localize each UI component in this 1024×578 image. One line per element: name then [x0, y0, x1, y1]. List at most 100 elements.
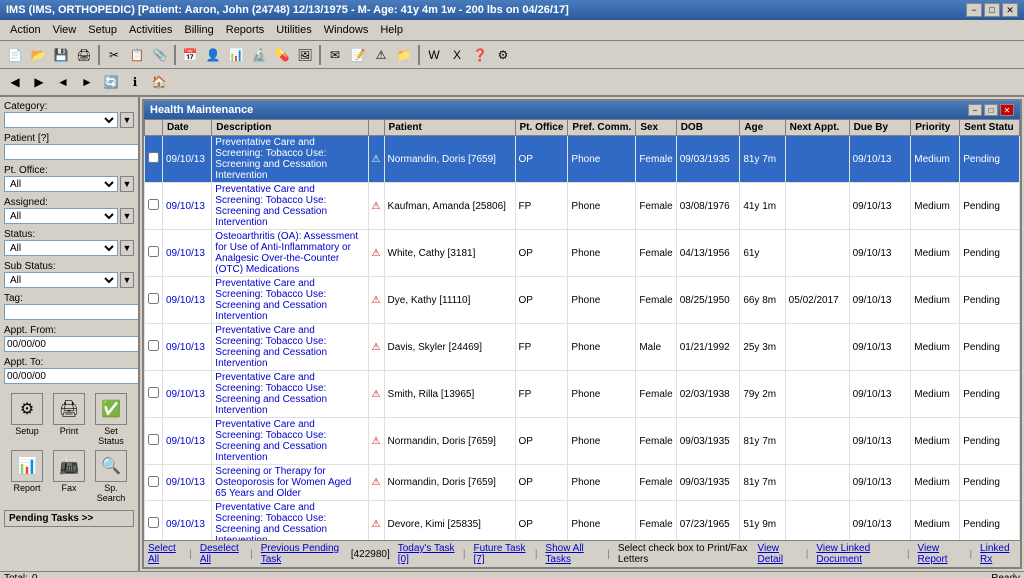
refresh-button[interactable]: 🔄: [100, 71, 122, 93]
alert-button[interactable]: ⚠: [370, 44, 392, 66]
assigned-select[interactable]: All: [4, 208, 118, 224]
fax-action-btn[interactable]: 📠 Fax: [50, 450, 88, 503]
row-checkbox[interactable]: [148, 246, 159, 257]
print-button[interactable]: 🖨: [73, 44, 95, 66]
row-checkbox[interactable]: [148, 517, 159, 528]
table-row[interactable]: 09/10/13 Preventative Care and Screening…: [145, 136, 1020, 183]
row-checkbox[interactable]: [148, 387, 159, 398]
th-pref-comm[interactable]: Pref. Comm.: [568, 120, 636, 136]
settings-button[interactable]: ⚙: [492, 44, 514, 66]
copy-button[interactable]: 📋: [126, 44, 148, 66]
table-row[interactable]: 09/10/13 Preventative Care and Screening…: [145, 501, 1020, 541]
table-row[interactable]: 09/10/13 Screening or Therapy for Osteop…: [145, 465, 1020, 501]
table-row[interactable]: 09/10/13 Preventative Care and Screening…: [145, 418, 1020, 465]
future-task-link[interactable]: Future Task [7]: [473, 543, 526, 565]
th-due-by[interactable]: Due By: [849, 120, 911, 136]
cut-button[interactable]: ✂: [103, 44, 125, 66]
row-checkbox[interactable]: [148, 434, 159, 445]
patient-input[interactable]: [4, 144, 140, 160]
menu-windows[interactable]: Windows: [318, 22, 375, 38]
menu-setup[interactable]: Setup: [82, 22, 123, 38]
menu-activities[interactable]: Activities: [123, 22, 178, 38]
sp-search-action-btn[interactable]: 🔍 Sp. Search: [92, 450, 130, 503]
setup-action-btn[interactable]: ⚙ Setup: [8, 393, 46, 446]
hm-restore-btn[interactable]: □: [984, 104, 998, 116]
row-checkbox-cell[interactable]: [145, 183, 163, 230]
th-next-appt[interactable]: Next Appt.: [785, 120, 849, 136]
th-sent-status[interactable]: Sent Statu: [960, 120, 1020, 136]
th-priority[interactable]: Priority: [911, 120, 960, 136]
info-button[interactable]: ℹ: [124, 71, 146, 93]
category-dropdown-btn[interactable]: ▼: [120, 112, 134, 128]
print-action-btn[interactable]: 🖨 Print: [50, 393, 88, 446]
show-all-tasks-link[interactable]: Show All Tasks: [545, 543, 599, 565]
prev-button[interactable]: ◄: [52, 71, 74, 93]
menu-reports[interactable]: Reports: [220, 22, 271, 38]
help-button[interactable]: ❓: [469, 44, 491, 66]
pt-office-select[interactable]: All: [4, 176, 118, 192]
pt-office-dropdown-btn[interactable]: ▼: [120, 176, 134, 192]
row-checkbox[interactable]: [148, 476, 159, 487]
menu-view[interactable]: View: [47, 22, 83, 38]
table-row[interactable]: 09/10/13 Preventative Care and Screening…: [145, 324, 1020, 371]
appt-to-input[interactable]: [4, 368, 140, 384]
th-dob[interactable]: DOB: [676, 120, 740, 136]
select-all-link[interactable]: Select All: [148, 543, 181, 565]
hm-minimize-btn[interactable]: −: [968, 104, 982, 116]
row-checkbox-cell[interactable]: [145, 418, 163, 465]
minimize-button[interactable]: −: [966, 3, 982, 17]
menu-action[interactable]: Action: [4, 22, 47, 38]
view-linked-document-link[interactable]: View Linked Document: [816, 543, 899, 565]
lab-button[interactable]: 🔬: [248, 44, 270, 66]
message-button[interactable]: ✉: [324, 44, 346, 66]
report-action-btn[interactable]: 📊 Report: [8, 450, 46, 503]
row-checkbox-cell[interactable]: [145, 371, 163, 418]
set-status-action-btn[interactable]: ✅ Set Status: [92, 393, 130, 446]
document-button[interactable]: 📁: [393, 44, 415, 66]
menu-billing[interactable]: Billing: [178, 22, 219, 38]
forward-button[interactable]: ▶: [28, 71, 50, 93]
home-button[interactable]: 🏠: [148, 71, 170, 93]
paste-button[interactable]: 📎: [149, 44, 171, 66]
row-checkbox-cell[interactable]: [145, 501, 163, 541]
th-description[interactable]: Description: [212, 120, 368, 136]
pending-tasks-btn[interactable]: Pending Tasks >>: [4, 510, 134, 527]
table-row[interactable]: 09/10/13 Osteoarthritis (OA): Assessment…: [145, 230, 1020, 277]
th-pt-office[interactable]: Pt. Office: [515, 120, 568, 136]
category-select[interactable]: [4, 112, 118, 128]
sub-status-dropdown-btn[interactable]: ▼: [120, 272, 134, 288]
row-checkbox-cell[interactable]: [145, 136, 163, 183]
row-checkbox[interactable]: [148, 152, 159, 163]
restore-button[interactable]: □: [984, 3, 1000, 17]
close-button[interactable]: ✕: [1002, 3, 1018, 17]
view-detail-link[interactable]: View Detail: [757, 543, 797, 565]
th-sex[interactable]: Sex: [636, 120, 676, 136]
appt-from-input[interactable]: [4, 336, 140, 352]
prev-pending-task-link[interactable]: Previous Pending Task: [261, 543, 343, 565]
table-row[interactable]: 09/10/13 Preventative Care and Screening…: [145, 183, 1020, 230]
save-button[interactable]: 💾: [50, 44, 72, 66]
open-button[interactable]: 📂: [27, 44, 49, 66]
view-report-link[interactable]: View Report: [918, 543, 962, 565]
status-select[interactable]: All: [4, 240, 118, 256]
linked-rx-link[interactable]: Linked Rx: [980, 543, 1016, 565]
row-checkbox[interactable]: [148, 340, 159, 351]
th-patient[interactable]: Patient: [384, 120, 515, 136]
th-age[interactable]: Age: [740, 120, 785, 136]
table-row[interactable]: 09/10/13 Preventative Care and Screening…: [145, 277, 1020, 324]
row-checkbox-cell[interactable]: [145, 277, 163, 324]
rx-button[interactable]: 💊: [271, 44, 293, 66]
hm-close-btn[interactable]: ✕: [1000, 104, 1014, 116]
assigned-dropdown-btn[interactable]: ▼: [120, 208, 134, 224]
th-date[interactable]: Date: [163, 120, 212, 136]
menu-help[interactable]: Help: [374, 22, 409, 38]
next-button[interactable]: ►: [76, 71, 98, 93]
word-button[interactable]: W: [423, 44, 445, 66]
deselect-all-link[interactable]: Deselect All: [200, 543, 242, 565]
row-checkbox-cell[interactable]: [145, 465, 163, 501]
table-container[interactable]: Date Description Patient Pt. Office Pref…: [144, 119, 1020, 540]
chart-button[interactable]: 📊: [225, 44, 247, 66]
status-dropdown-btn[interactable]: ▼: [120, 240, 134, 256]
excel-button[interactable]: X: [446, 44, 468, 66]
sub-status-select[interactable]: All: [4, 272, 118, 288]
